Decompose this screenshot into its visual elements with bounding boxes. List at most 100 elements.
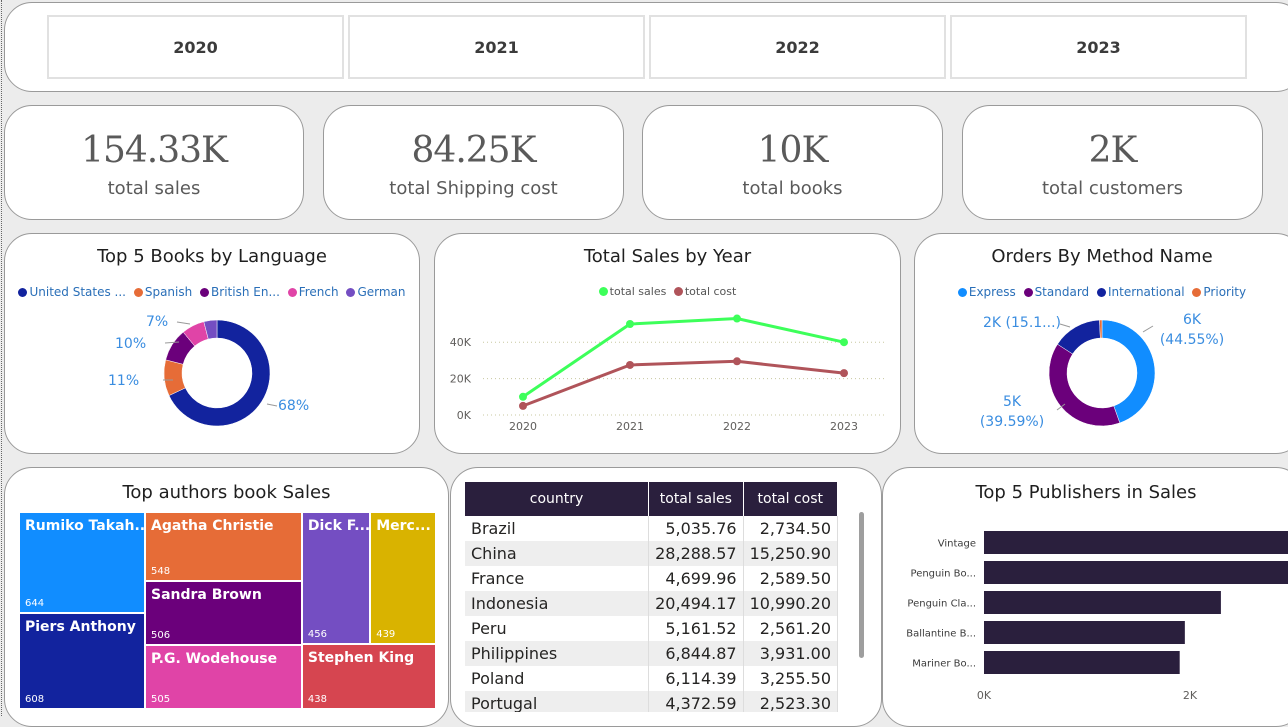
category-label: Mariner Bo... <box>912 659 976 670</box>
data-point[interactable] <box>626 360 634 369</box>
leader-line <box>176 321 191 325</box>
treemap-cell-label: Stephen King <box>307 650 415 667</box>
data-point[interactable] <box>519 392 527 401</box>
kpi-value: 2K <box>1088 130 1138 171</box>
sales-by-year-card[interactable]: Total Sales by Year total sales total co… <box>434 233 901 454</box>
x-tick-label: 2021 <box>616 420 644 433</box>
leader-line <box>266 403 278 407</box>
bar[interactable] <box>984 591 1221 614</box>
x-tick-label: 2K <box>1183 689 1198 702</box>
treemap-cell-value: 608 <box>25 693 45 705</box>
data-point[interactable] <box>519 401 527 410</box>
treemap-cell-value: 506 <box>150 630 171 642</box>
data-point[interactable] <box>840 369 848 378</box>
kpi-value: 154.33K <box>81 130 228 171</box>
slicer-option-2022[interactable]: 2022 <box>649 15 946 79</box>
x-tick-label: 2020 <box>509 420 537 433</box>
publishers-bar-chart[interactable]: Vintage Penguin Bo... Penguin Cla... Ballan… <box>883 468 1288 727</box>
data-label-express: 6K (44.55%) <box>1159 312 1225 348</box>
authors-treemap[interactable]: Rumiko Takah... 644 Piers Anthony 608 Agatha… <box>19 512 436 709</box>
authors-treemap-card[interactable]: Top authors book Sales Rumiko Takah... 64… <box>4 467 449 727</box>
kpi-card-total-shipping-cost: 84.25K total Shipping cost <box>323 105 624 220</box>
treemap-cell-label: Piers Anthony <box>25 619 136 636</box>
treemap-cell-agatha-christie[interactable]: Agatha Christie 548 <box>144 512 302 582</box>
data-point[interactable] <box>840 338 848 347</box>
orders-method-donut-card[interactable]: Orders By Method Name Express Standard I… <box>914 233 1288 454</box>
data-point[interactable] <box>733 357 741 366</box>
donut-slice-standard[interactable] <box>1048 343 1121 427</box>
series-line-total-sales[interactable] <box>522 317 845 399</box>
table-cell-total-sales: 6,844.87 <box>648 641 744 666</box>
treemap-cell-mercedes[interactable]: Merc... 439 <box>370 512 436 645</box>
table-cell-total-cost: 2,561.20 <box>743 616 838 641</box>
treemap-cell-dick-francis[interactable]: Dick F... 456 <box>301 512 371 645</box>
publishers-bar-card[interactable]: Top 5 Publishers in Sales Vintage Penguin… <box>882 467 1288 727</box>
kpi-card-total-sales: 154.33K total sales <box>4 105 304 220</box>
treemap-cell-sandra-brown[interactable]: Sandra Brown 506 <box>144 581 302 646</box>
treemap-cell-label: Agatha Christie <box>150 518 274 534</box>
slicer-option-2023[interactable]: 2023 <box>950 15 1247 79</box>
kpi-label: total sales <box>107 178 201 199</box>
table-scrollbar[interactable] <box>859 512 864 658</box>
kpi-label: total customers <box>1041 178 1184 199</box>
treemap-cell-rumiko-takahashi[interactable]: Rumiko Takah... 644 <box>19 512 145 614</box>
leader-line <box>1059 323 1071 328</box>
table-row[interactable]: Philippines 6,844.87 3,931.00 <box>465 641 838 666</box>
table-row[interactable]: China 28,288.57 15,250.90 <box>465 541 838 566</box>
table-cell-country: Philippines <box>465 641 650 666</box>
table-cell-total-sales: 28,288.57 <box>648 541 744 566</box>
treemap-cell-stephen-king[interactable]: Stephen King 438 <box>301 644 436 709</box>
table-cell-total-sales: 20,494.17 <box>648 591 744 616</box>
bar[interactable] <box>984 561 1288 584</box>
slicer-option-2020[interactable]: 2020 <box>47 15 344 79</box>
table-row[interactable]: Peru 5,161.52 2,561.20 <box>465 616 838 641</box>
data-label-7: 7% <box>146 314 169 330</box>
country-table-card[interactable]: country total sales total cost Brazil 5,0… <box>450 467 882 727</box>
kpi-card-total-customers: 2K total customers <box>962 105 1263 220</box>
kpi-label: total Shipping cost <box>389 178 558 199</box>
y-tick-label: 0K <box>457 409 472 422</box>
category-label: Penguin Bo... <box>911 569 976 580</box>
sales-line-chart[interactable]: 40K 20K 0K 2020 2021 2022 2023 <box>435 234 901 454</box>
table-cell-total-cost: 3,931.00 <box>743 641 838 666</box>
treemap-cell-value: 439 <box>376 629 396 641</box>
table-viewport[interactable]: country total sales total cost Brazil 5,0… <box>465 482 838 712</box>
x-tick-label: 2023 <box>830 420 858 433</box>
bar[interactable] <box>984 651 1180 674</box>
year-slicer: 2020 2021 2022 2023 <box>4 2 1288 92</box>
treemap-cell-pg-wodehouse[interactable]: P.G. Wodehouse 505 <box>144 645 302 709</box>
table-row[interactable]: Portugal 4,372.59 2,523.30 <box>465 691 838 712</box>
treemap-cell-label: P.G. Wodehouse <box>150 651 278 668</box>
language-donut-chart[interactable] <box>5 234 420 454</box>
data-point[interactable] <box>733 314 741 323</box>
treemap-cell-piers-anthony[interactable]: Piers Anthony 608 <box>19 613 145 709</box>
table-row[interactable]: France 4,699.96 2,589.50 <box>465 566 838 591</box>
kpi-label: total books <box>742 178 843 199</box>
table-cell-country: Portugal <box>465 691 650 712</box>
column-header-country[interactable]: country <box>465 482 650 516</box>
leader-line <box>1142 325 1154 333</box>
data-label-68: 68% <box>278 398 310 414</box>
bar[interactable] <box>984 531 1288 554</box>
language-donut-card[interactable]: Top 5 Books by Language United States ..… <box>4 233 420 454</box>
column-header-total-sales[interactable]: total sales <box>648 482 744 516</box>
bar[interactable] <box>984 621 1185 644</box>
y-tick-label: 40K <box>450 336 472 349</box>
table-cell-total-sales: 4,372.59 <box>648 691 744 712</box>
table-row[interactable]: Poland 6,114.39 3,255.50 <box>465 666 838 691</box>
x-tick-label: 2022 <box>723 420 751 433</box>
table-row[interactable]: Brazil 5,035.76 2,734.50 <box>465 516 838 541</box>
table-cell-country: France <box>465 566 650 591</box>
treemap-cell-value: 505 <box>150 693 171 705</box>
treemap-cell-label: Rumiko Takah... <box>25 518 145 534</box>
data-point[interactable] <box>626 320 634 328</box>
table-cell-country: China <box>465 541 650 566</box>
kpi-card-total-books: 10K total books <box>642 105 943 220</box>
table-cell-total-cost: 2,734.50 <box>743 516 838 541</box>
column-header-total-cost[interactable]: total cost <box>743 482 838 516</box>
series-line-total-cost[interactable] <box>522 359 845 408</box>
orders-method-donut-chart[interactable] <box>915 234 1288 454</box>
table-row[interactable]: Indonesia 20,494.17 10,990.20 <box>465 591 838 616</box>
slicer-option-2021[interactable]: 2021 <box>348 15 645 79</box>
table-cell-country: Indonesia <box>465 591 650 616</box>
